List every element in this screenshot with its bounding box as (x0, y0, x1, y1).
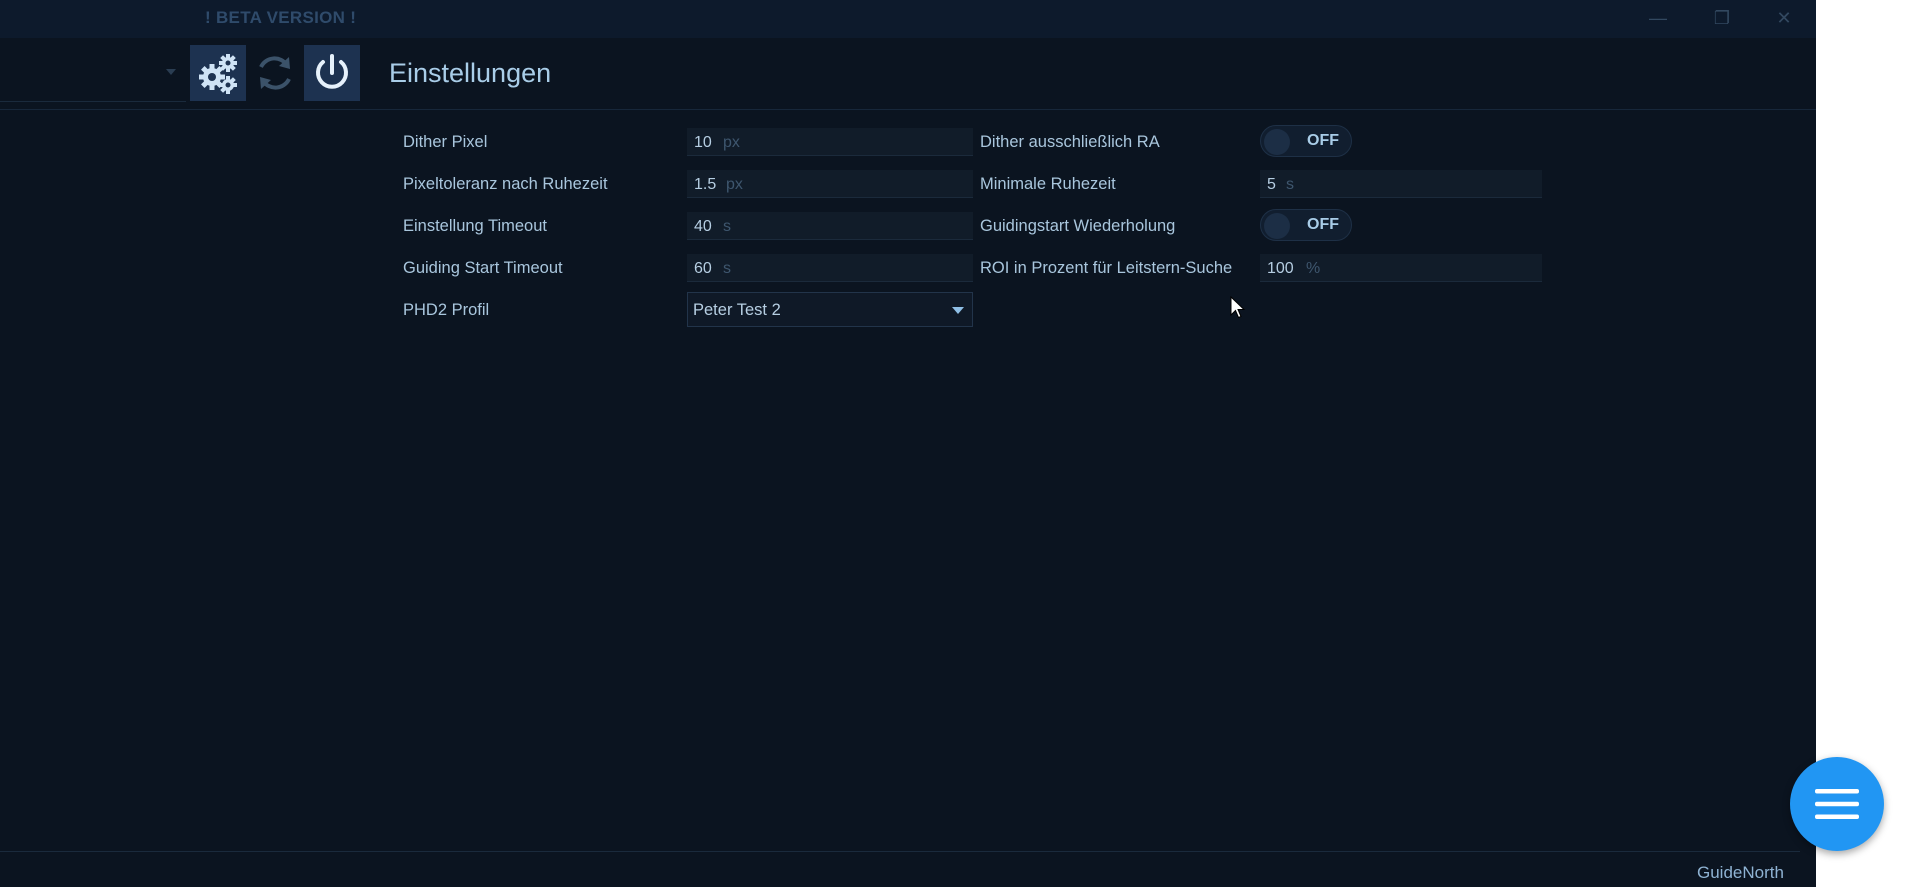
min-settle-time-label: Minimale Ruhezeit (980, 175, 1116, 193)
toggle-knob (1264, 129, 1290, 155)
power-icon (316, 54, 348, 89)
mouse-cursor-icon (1230, 296, 1246, 319)
phd2-profile-dropdown[interactable]: Peter Test 2 (687, 292, 973, 327)
guiding-start-timeout-input[interactable]: 60 s (687, 254, 973, 282)
toggle-knob (1264, 213, 1290, 239)
guiding-retry-label: Guidingstart Wiederholung (980, 217, 1176, 235)
settle-timeout-unit: s (723, 218, 731, 235)
settle-tolerance-input[interactable]: 1.5 px (687, 170, 973, 198)
chevron-down-icon (952, 307, 964, 314)
minimize-icon: — (1649, 8, 1667, 28)
dither-pixel-input[interactable]: 10 px (687, 128, 973, 156)
menu-fab-button[interactable] (1790, 757, 1884, 851)
title-bar: ! BETA VERSION ! — ❐ ✕ (0, 0, 1816, 38)
settle-tolerance-unit: px (726, 176, 743, 193)
roi-percent-input[interactable]: 100 % (1260, 254, 1542, 282)
guiding-start-timeout-value: 60 (694, 260, 712, 277)
equipment-profile-select[interactable] (0, 44, 186, 102)
close-button[interactable]: ✕ (1764, 4, 1804, 32)
roi-percent-unit: % (1306, 260, 1321, 277)
refresh-button[interactable] (247, 45, 303, 101)
settle-timeout-label: Einstellung Timeout (403, 217, 547, 235)
settle-timeout-input[interactable]: 40 s (687, 212, 973, 240)
dither-ra-only-toggle[interactable]: OFF (1260, 125, 1352, 157)
maximize-button[interactable]: ❐ (1702, 4, 1742, 32)
guiding-retry-toggle[interactable]: OFF (1260, 209, 1352, 241)
settle-tolerance-value: 1.5 (694, 176, 717, 193)
gears-icon (199, 54, 237, 94)
page-title: Einstellungen (389, 58, 552, 88)
settle-timeout-value: 40 (694, 218, 712, 235)
dither-ra-only-label: Dither ausschließlich RA (980, 133, 1160, 151)
app-window: ! BETA VERSION ! — ❐ ✕ Einstellungen Dit… (0, 0, 1816, 887)
roi-percent-label: ROI in Prozent für Leitstern-Suche (980, 259, 1233, 277)
refresh-icon (259, 56, 291, 90)
app-name-label: GuideNorth (1697, 863, 1784, 882)
minimize-button[interactable]: — (1638, 4, 1678, 32)
settle-tolerance-label: Pixeltoleranz nach Ruhezeit (403, 175, 608, 193)
min-settle-time-unit: s (1286, 176, 1294, 193)
min-settle-time-value: 5 (1267, 176, 1276, 193)
guiding-start-timeout-label: Guiding Start Timeout (403, 259, 563, 277)
header-divider (362, 109, 1816, 110)
menu-icon (1815, 789, 1859, 819)
chevron-down-icon (166, 69, 176, 75)
power-button[interactable] (304, 45, 360, 101)
toggle-state-label: OFF (1307, 216, 1339, 233)
settings-button[interactable] (190, 45, 246, 101)
close-icon: ✕ (1776, 8, 1792, 28)
dither-pixel-value: 10 (694, 134, 712, 151)
phd2-profile-label: PHD2 Profil (403, 301, 490, 319)
phd2-profile-value: Peter Test 2 (693, 301, 781, 319)
min-settle-time-input[interactable]: 5 s (1260, 170, 1542, 198)
roi-percent-value: 100 (1267, 260, 1294, 277)
maximize-icon: ❐ (1713, 8, 1731, 28)
dither-pixel-unit: px (723, 134, 740, 151)
footer-divider (0, 851, 1800, 852)
toggle-state-label: OFF (1307, 132, 1339, 149)
beta-version-label: ! BETA VERSION ! (205, 8, 357, 27)
guiding-start-timeout-unit: s (723, 260, 731, 277)
toolbar-divider (0, 109, 362, 110)
dither-pixel-label: Dither Pixel (403, 133, 488, 151)
